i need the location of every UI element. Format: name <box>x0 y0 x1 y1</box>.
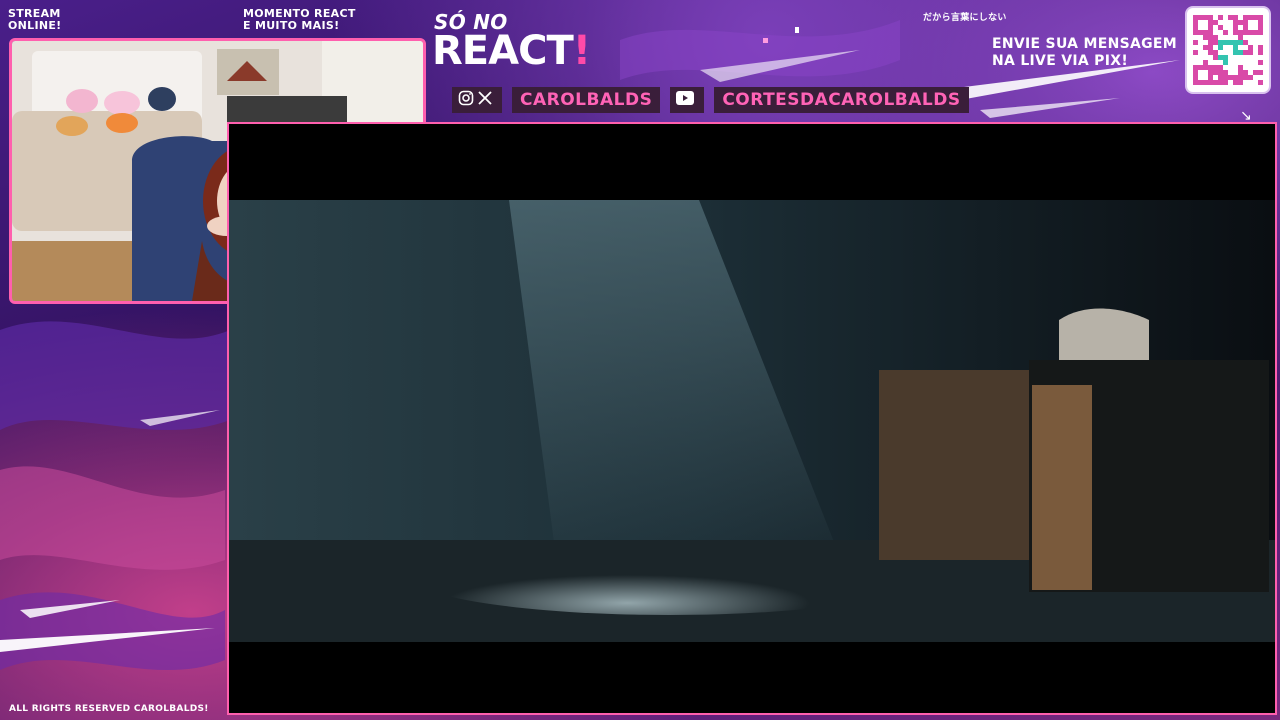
pix-message-label: ENVIE SUA MENSAGEM NA LIVE VIA PIX! <box>992 36 1182 70</box>
instagram-icon[interactable] <box>458 90 474 110</box>
social-handles-bar: CAROLBALDS CORTESDACAROLBALDS <box>452 86 969 114</box>
japanese-caption: だから言葉にしない <box>923 13 1007 23</box>
pix-line2: NA LIVE VIA PIX! <box>992 53 1129 69</box>
instagram-x-handle[interactable]: CAROLBALDS <box>512 87 661 113</box>
stream-status-line2: ONLINE! <box>8 19 62 32</box>
video-player[interactable] <box>227 122 1277 715</box>
instagram-x-icons <box>452 87 502 113</box>
show-title-react: REACT <box>432 28 574 74</box>
qr-code-pattern <box>1193 15 1263 85</box>
show-title-big: REACT! <box>432 28 591 74</box>
momento-line2: E MUITO MAIS! <box>243 19 340 32</box>
pix-qr-code[interactable] <box>1187 8 1269 92</box>
pix-line1: ENVIE SUA MENSAGEM <box>992 36 1178 52</box>
stream-status-label: STREAM ONLINE! <box>8 8 128 32</box>
youtube-handle[interactable]: CORTESDACAROLBALDS <box>714 87 969 113</box>
video-frame <box>229 200 1275 642</box>
x-icon[interactable] <box>478 91 492 109</box>
rights-footer: ALL RIGHTS RESERVED CAROLBALDS! <box>9 704 209 714</box>
youtube-icon-pill <box>670 87 705 113</box>
show-title-bang: ! <box>572 28 591 74</box>
youtube-icon[interactable] <box>676 91 695 109</box>
momento-label: MOMENTO REACT E MUITO MAIS! <box>243 8 403 32</box>
